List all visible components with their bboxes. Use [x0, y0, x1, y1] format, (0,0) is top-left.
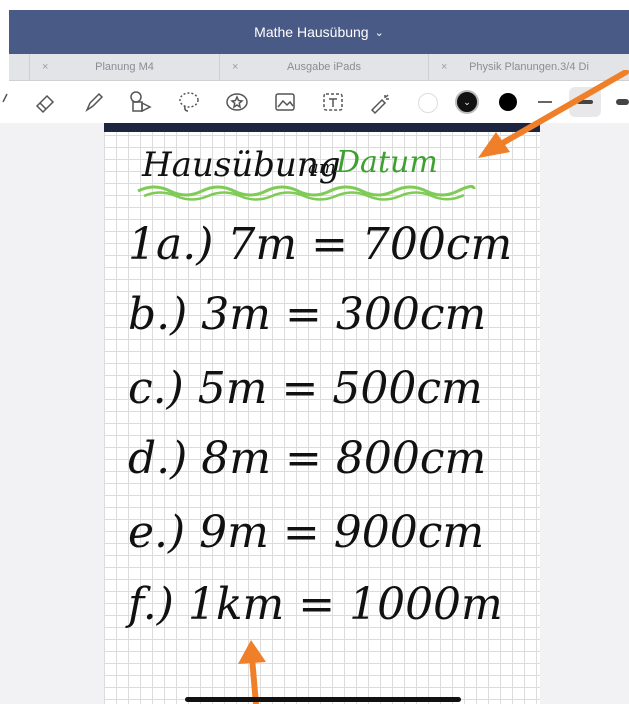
eraser-icon[interactable]: [32, 89, 58, 115]
arrow-annotation-top: [478, 70, 629, 158]
pen-icon[interactable]: [81, 89, 107, 115]
tab-label: Planung M4: [95, 61, 154, 73]
tab-planung-m4[interactable]: × Planung M4: [29, 54, 219, 80]
heading-am: am: [308, 157, 336, 178]
line-1a: 1a.) 7m = 700cm: [128, 219, 513, 270]
close-icon[interactable]: ×: [441, 61, 447, 73]
close-icon[interactable]: ×: [42, 61, 48, 73]
home-indicator[interactable]: [185, 697, 461, 702]
line-b: b.) 3m = 300cm: [128, 289, 487, 340]
shapes-icon[interactable]: [127, 89, 153, 115]
tab-partial[interactable]: [9, 54, 29, 80]
line-c: c.) 5m = 500cm: [128, 363, 483, 414]
image-icon[interactable]: [272, 89, 298, 115]
line-f: f.) 1km = 1000m: [128, 579, 503, 630]
color-swatch-white[interactable]: [418, 93, 438, 113]
lasso-icon[interactable]: [176, 89, 202, 115]
arrow-annotation-bottom: [238, 640, 266, 704]
document-title-bar[interactable]: Mathe Hausübung ⌄: [9, 10, 629, 54]
tab-ausgabe-ipads[interactable]: × Ausgabe iPads: [219, 54, 428, 80]
notebook-page[interactable]: Hausübung am Datum 1a.) 7m = 700cm b.) 3…: [104, 123, 540, 704]
document-title[interactable]: Mathe Hausübung: [254, 24, 368, 40]
line-e: e.) 9m = 900cm: [128, 507, 485, 558]
canvas-area[interactable]: Hausübung am Datum 1a.) 7m = 700cm b.) 3…: [0, 123, 629, 704]
close-icon[interactable]: ×: [232, 61, 238, 73]
tab-label: Ausgabe iPads: [287, 61, 361, 73]
chevron-down-icon[interactable]: ⌄: [375, 26, 384, 39]
laser-icon[interactable]: [367, 89, 393, 115]
sticker-icon[interactable]: [224, 89, 250, 115]
green-underline: [137, 184, 476, 201]
line-d: d.) 8m = 800cm: [128, 433, 487, 484]
textbox-icon[interactable]: [320, 89, 346, 115]
back-icon[interactable]: [0, 89, 12, 115]
heading-datum: Datum: [336, 145, 438, 180]
